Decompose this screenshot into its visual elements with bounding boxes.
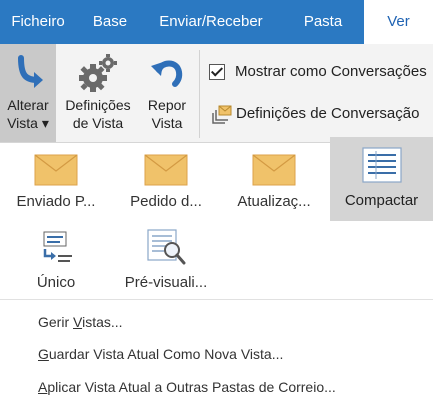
view-option-label: Único (36, 274, 76, 291)
change-view-label-2: Vista ▾ (7, 115, 49, 131)
reset-arrow-icon (147, 52, 187, 97)
view-option-single[interactable]: Único (0, 223, 112, 299)
reset-view-label-2: Vista (151, 115, 183, 131)
view-option-sent[interactable]: Enviado P... (0, 143, 112, 219)
show-as-conversations-label: Mostrar como Conversações (235, 63, 427, 80)
gear-icon (77, 52, 119, 99)
menu-divider (0, 299, 433, 300)
change-view-label-1: Alterar (7, 97, 49, 113)
conversation-settings-label: Definições de Conversação (236, 105, 420, 122)
ribbon-panel: Alterar Vista ▾ Definições de Vista Repo… (0, 44, 433, 143)
tab-view[interactable]: Ver (364, 0, 433, 44)
preview-icon (144, 228, 188, 271)
view-option-label: Atualizaç... (237, 193, 311, 210)
tab-file[interactable]: Ficheiro (0, 0, 76, 44)
view-settings-button[interactable]: Definições de Vista (58, 44, 138, 142)
view-option-update[interactable]: Atualizaç... (220, 143, 328, 219)
conversation-settings-icon (210, 102, 232, 128)
tab-send-receive[interactable]: Enviar/Receber (144, 0, 278, 44)
manage-views-text-post: istas... (82, 314, 123, 330)
ribbon-tab-bar: Ficheiro Base Enviar/Receber Pasta Ver (0, 0, 433, 44)
save-view-text-post: uardar Vista Atual Como Nova Vista... (48, 346, 284, 362)
view-option-request[interactable]: Pedido d... (112, 143, 220, 219)
manage-views-menu-item[interactable]: Gerir Vistas... (38, 314, 123, 330)
save-view-menu-item[interactable]: Guardar Vista Atual Como Nova Vista... (38, 346, 283, 362)
ribbon-separator (199, 50, 200, 138)
change-view-button[interactable]: Alterar Vista ▾ (0, 44, 56, 142)
save-view-accel: G (38, 346, 49, 362)
single-view-icon (36, 229, 76, 270)
compact-list-icon (361, 147, 402, 188)
envelope-icon (34, 154, 78, 191)
view-option-label: Compactar (344, 192, 419, 209)
manage-views-text-pre: Gerir (38, 314, 73, 330)
view-settings-label-1: Definições (65, 97, 131, 113)
tab-folder[interactable]: Pasta (290, 0, 356, 44)
checkbox-checked-icon[interactable] (209, 64, 225, 80)
apply-view-accel: A (38, 379, 48, 395)
view-option-preview[interactable]: Pré-visuali... (112, 223, 220, 299)
manage-views-accel: V (73, 314, 83, 330)
change-view-dropdown: Enviado P... Pedido d... Atualizaç... Co… (0, 137, 433, 402)
view-settings-label-2: de Vista (72, 115, 124, 131)
envelope-icon (252, 154, 296, 191)
envelope-icon (144, 154, 188, 191)
reset-view-label-1: Repor (147, 97, 187, 113)
view-option-compact[interactable]: Compactar (330, 137, 433, 221)
apply-view-text-post: plicar Vista Atual a Outras Pastas de Co… (47, 379, 336, 395)
view-option-label: Enviado P... (16, 193, 96, 210)
change-view-icon (8, 52, 48, 99)
apply-view-menu-item[interactable]: Aplicar Vista Atual a Outras Pastas de C… (38, 379, 336, 395)
view-option-label: Pré-visuali... (124, 274, 208, 291)
reset-view-button[interactable]: Repor Vista (140, 44, 194, 142)
tab-home[interactable]: Base (76, 0, 144, 44)
view-option-label: Pedido d... (130, 193, 202, 210)
